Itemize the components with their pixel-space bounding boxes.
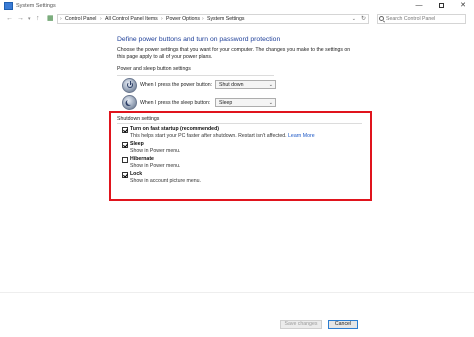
search-box[interactable] <box>377 14 466 24</box>
maximize-button[interactable] <box>430 0 452 12</box>
sleep-button-label: When I press the sleep button: <box>140 100 211 106</box>
footer-divider <box>0 292 474 293</box>
sleep-button-value: Sleep <box>219 100 233 106</box>
power-button-select[interactable]: Shut down ⌄ <box>215 80 276 89</box>
power-section-label: Power and sleep button settings <box>117 66 191 72</box>
page-title: Define power buttons and turn on passwor… <box>117 36 281 43</box>
power-button-icon <box>122 78 137 93</box>
maximize-icon <box>438 2 444 8</box>
up-arrow-icon[interactable]: ↑ <box>36 14 40 24</box>
window-title: System Settings <box>16 3 56 9</box>
breadcrumb-control-panel[interactable]: Control Panel <box>65 15 96 24</box>
breadcrumb-system-settings[interactable]: System Settings <box>207 15 244 24</box>
forward-arrow-icon[interactable]: → <box>17 14 24 24</box>
page-description: Choose the power settings that you want … <box>117 47 351 60</box>
search-input[interactable] <box>386 15 464 23</box>
breadcrumb-all-items[interactable]: All Control Panel Items <box>105 15 158 24</box>
address-row: ← → ▾ ↑ ▦ › Control Panel › All Control … <box>0 12 474 26</box>
breadcrumb-power-options[interactable]: Power Options <box>166 15 200 24</box>
minimize-button[interactable]: — <box>408 0 430 12</box>
close-button[interactable]: ✕ <box>452 0 474 12</box>
back-arrow-icon[interactable]: ← <box>6 14 13 24</box>
sleep-button-icon <box>122 95 137 110</box>
highlight-box <box>109 111 372 201</box>
address-bar[interactable]: › Control Panel › All Control Panel Item… <box>57 14 369 24</box>
recent-dropdown-icon[interactable]: ▾ <box>28 14 31 24</box>
title-bar: System Settings — ✕ <box>0 0 474 12</box>
power-button-value: Shut down <box>219 82 244 88</box>
section-divider <box>117 75 274 76</box>
chevron-down-icon: ⌄ <box>268 100 273 106</box>
control-panel-small-icon: ▦ <box>47 15 54 22</box>
chevron-down-icon: ⌄ <box>268 82 273 88</box>
sleep-button-select[interactable]: Sleep ⌄ <box>215 98 276 107</box>
search-icon <box>379 16 384 21</box>
cancel-button[interactable]: Cancel <box>328 320 358 329</box>
refresh-icon[interactable]: ↻ <box>361 15 366 24</box>
address-dropdown-icon[interactable]: ⌄ <box>352 15 356 24</box>
control-panel-icon <box>4 2 13 10</box>
save-changes-button[interactable]: Save changes <box>280 320 322 329</box>
power-button-label: When I press the power button: <box>140 82 213 88</box>
